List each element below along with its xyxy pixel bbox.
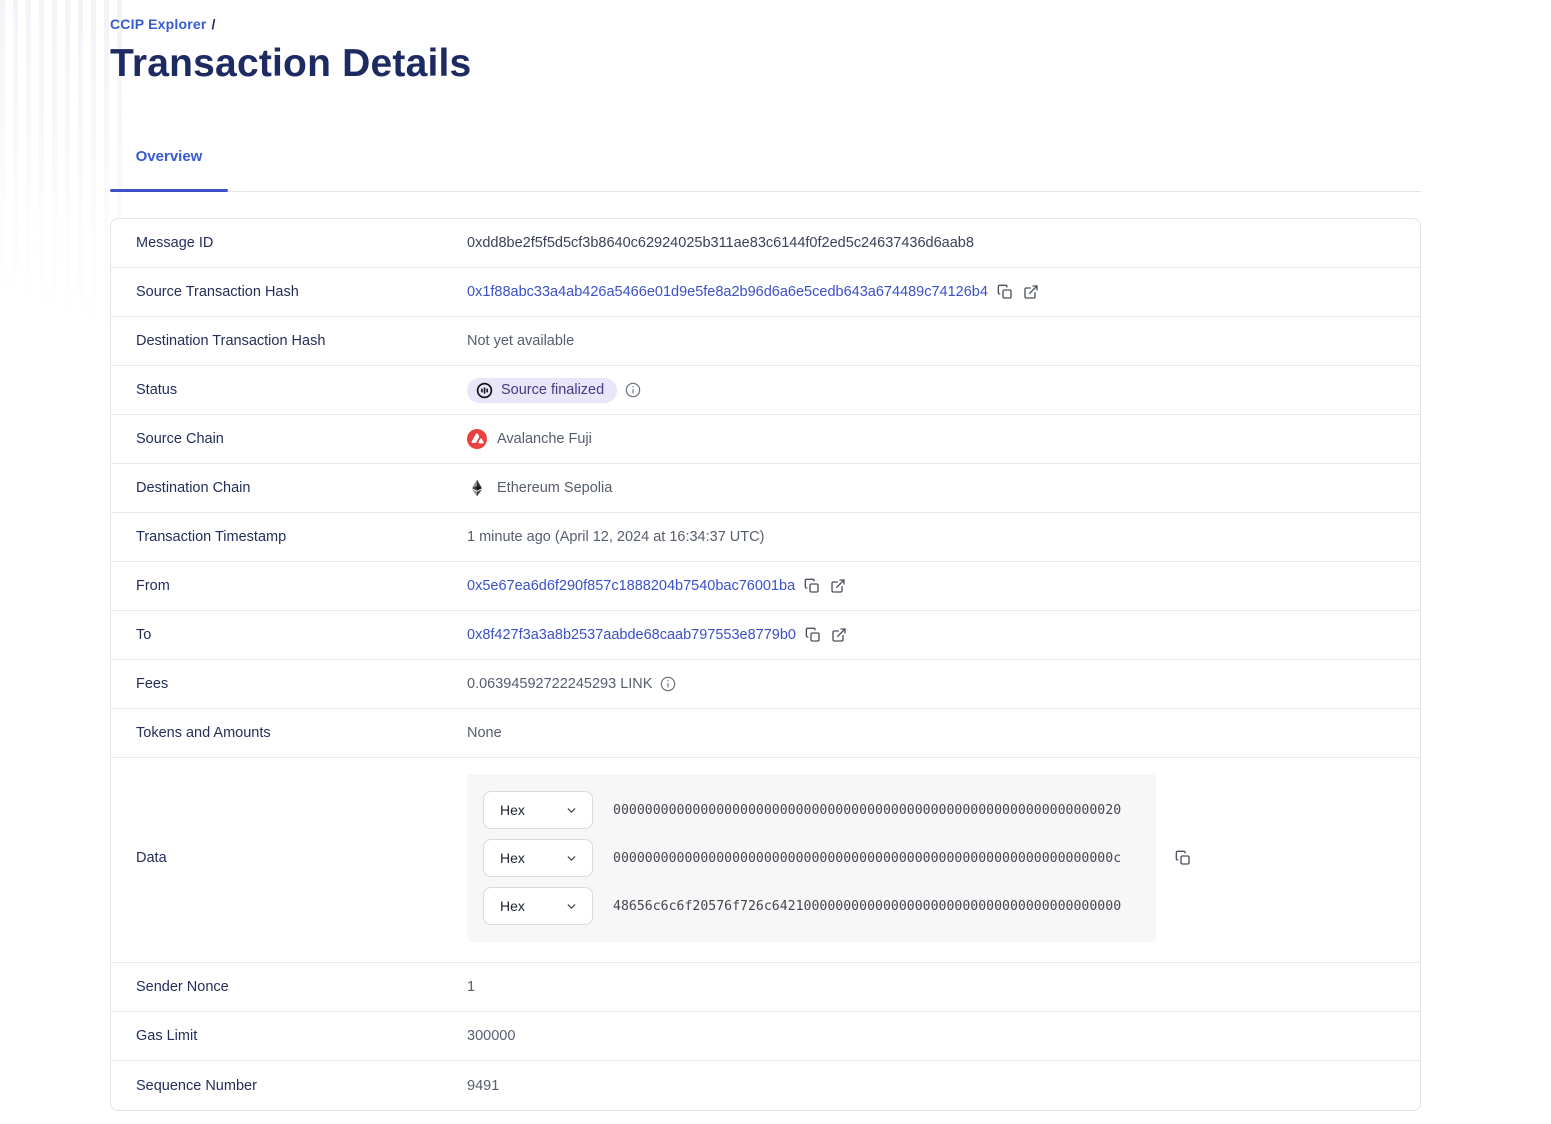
table-row-destination-tx-hash: Destination Transaction Hash Not yet ava…: [111, 317, 1420, 366]
data-format-value: Hex: [500, 850, 525, 866]
data-format-select[interactable]: Hex: [483, 839, 593, 877]
row-label: Sequence Number: [136, 1077, 257, 1094]
data-hex-value: 0000000000000000000000000000000000000000…: [613, 850, 1122, 866]
from-address-link[interactable]: 0x5e67ea6d6f290f857c1888204b7540bac76001…: [467, 578, 795, 594]
row-label: Status: [136, 382, 178, 398]
chevron-down-icon: [565, 852, 578, 865]
info-icon[interactable]: [625, 382, 642, 399]
table-row-destination-chain: Destination Chain Ethereum Sepolia: [111, 464, 1420, 513]
row-label: Source Chain: [136, 431, 224, 447]
table-row-message-id: Message ID 0xdd8be2f5f5d5cf3b8640c629240…: [111, 219, 1420, 268]
tokens-amounts-value: None: [467, 725, 502, 741]
timestamp-value: 1 minute ago (April 12, 2024 at 16:34:37…: [467, 529, 765, 545]
breadcrumb-link-ccip-explorer[interactable]: CCIP Explorer: [110, 16, 207, 32]
data-format-value: Hex: [500, 802, 525, 818]
page-title: Transaction Details: [110, 42, 472, 85]
table-row-sender-nonce: Sender Nonce 1: [111, 963, 1420, 1012]
data-format-select[interactable]: Hex: [483, 887, 593, 925]
data-line: Hex 000000000000000000000000000000000000…: [483, 791, 1140, 829]
data-line: Hex 48656c6c6f20576f726c6421000000000000…: [483, 887, 1140, 925]
info-icon[interactable]: [660, 676, 677, 693]
ethereum-icon: [472, 479, 482, 497]
data-hex-value: 48656c6c6f20576f726c64210000000000000000…: [613, 898, 1122, 914]
row-label: Data: [136, 850, 167, 866]
data-format-select[interactable]: Hex: [483, 791, 593, 829]
row-label: Message ID: [136, 235, 214, 251]
row-label: Tokens and Amounts: [136, 725, 271, 741]
chevron-down-icon: [565, 804, 578, 817]
table-row-source-chain: Source Chain Avalanche Fuji: [111, 415, 1420, 464]
table-row-from: From 0x5e67ea6d6f290f857c1888204b7540bac…: [111, 562, 1420, 611]
tab-bar: Overview: [110, 138, 1421, 192]
table-row-gas-limit: Gas Limit 300000: [111, 1012, 1420, 1061]
row-label: Destination Chain: [136, 480, 251, 496]
row-label: Destination Transaction Hash: [136, 333, 326, 349]
data-line: Hex 000000000000000000000000000000000000…: [483, 839, 1140, 877]
breadcrumb: CCIP Explorer /: [110, 16, 1421, 32]
destination-chain-label: Ethereum Sepolia: [497, 480, 613, 496]
source-tx-hash-link[interactable]: 0x1f88abc33a4ab426a5466e01d9e5fe8a2b96d6…: [467, 284, 988, 300]
status-badge: Source finalized: [467, 377, 618, 403]
avalanche-icon: [467, 429, 487, 449]
row-label: To: [136, 627, 152, 643]
message-id-value: 0xdd8be2f5f5d5cf3b8640c62924025b311ae83c…: [467, 235, 974, 251]
data-hex-value: 0000000000000000000000000000000000000000…: [613, 802, 1122, 818]
table-row-sequence-number: Sequence Number 9491: [111, 1061, 1420, 1110]
copy-icon[interactable]: [996, 283, 1014, 301]
external-link-icon[interactable]: [1022, 283, 1040, 301]
source-chain-value: Avalanche Fuji: [467, 429, 592, 449]
sender-nonce-value: 1: [467, 979, 476, 995]
table-row-source-tx-hash: Source Transaction Hash 0x1f88abc33a4ab4…: [111, 268, 1420, 317]
table-row-data: Data Hex 0000000000000000000000000000000…: [111, 758, 1420, 963]
table-row-status: Status Source finalized: [111, 366, 1420, 415]
tab-overview[interactable]: Overview: [110, 138, 228, 191]
status-badge-label: Source finalized: [501, 382, 605, 398]
external-link-icon[interactable]: [829, 577, 847, 595]
source-chain-label: Avalanche Fuji: [497, 431, 592, 447]
row-label: Fees: [136, 676, 169, 692]
chevron-down-icon: [565, 900, 578, 913]
table-row-to: To 0x8f427f3a3a8b2537aabde68caab797553e8…: [111, 611, 1420, 660]
copy-icon[interactable]: [804, 626, 822, 644]
sequence-number-value: 9491: [467, 1077, 500, 1094]
row-label: Source Transaction Hash: [136, 284, 299, 300]
fees-value: 0.06394592722245293 LINK: [467, 676, 653, 692]
row-label: Transaction Timestamp: [136, 529, 287, 545]
to-address-link[interactable]: 0x8f427f3a3a8b2537aabde68caab797553e8779…: [467, 627, 796, 643]
data-format-value: Hex: [500, 898, 525, 914]
transaction-details-card: Message ID 0xdd8be2f5f5d5cf3b8640c629240…: [110, 218, 1421, 1111]
table-row-tokens-amounts: Tokens and Amounts None: [111, 709, 1420, 758]
external-link-icon[interactable]: [830, 626, 848, 644]
data-section: Hex 000000000000000000000000000000000000…: [467, 774, 1192, 942]
breadcrumb-separator: /: [211, 16, 216, 32]
destination-tx-hash-value: Not yet available: [467, 333, 575, 349]
copy-icon[interactable]: [803, 577, 821, 595]
copy-icon[interactable]: [1174, 849, 1192, 867]
row-label: Sender Nonce: [136, 979, 229, 995]
destination-chain-value: Ethereum Sepolia: [467, 478, 612, 498]
transaction-details-page: CCIP Explorer / Transaction Details Overv…: [0, 0, 1551, 1111]
gas-limit-value: 300000: [467, 1028, 516, 1044]
row-label: Gas Limit: [136, 1028, 198, 1044]
status-progress-icon: [476, 382, 493, 398]
table-row-timestamp: Transaction Timestamp 1 minute ago (Apri…: [111, 513, 1420, 562]
data-panel: Hex 000000000000000000000000000000000000…: [467, 774, 1156, 942]
row-label: From: [136, 578, 170, 594]
table-row-fees: Fees 0.06394592722245293 LINK: [111, 660, 1420, 709]
